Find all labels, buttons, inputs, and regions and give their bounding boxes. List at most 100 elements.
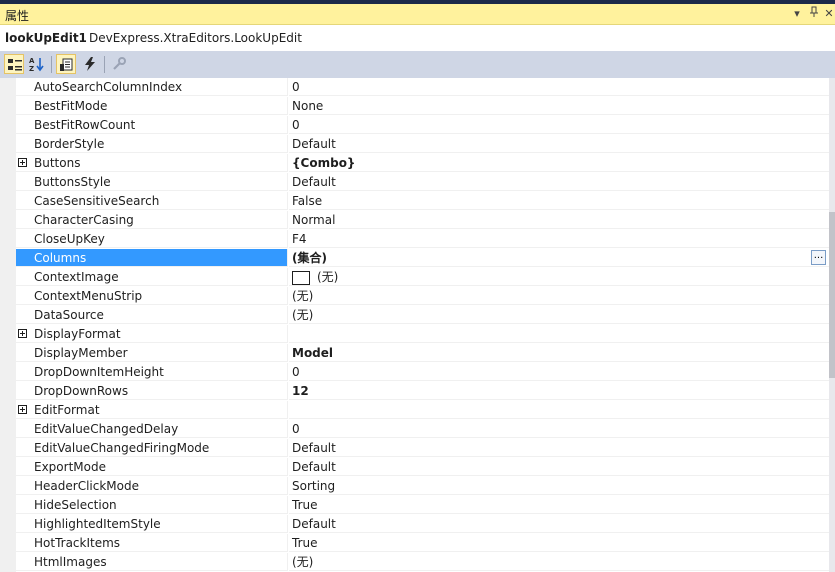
sort-az-icon: A Z (29, 57, 44, 72)
property-value[interactable]: Default (289, 458, 829, 476)
property-row[interactable]: DropDownItemHeight 0 (0, 363, 829, 382)
categorized-icon (8, 59, 22, 71)
dropdown-arrow-icon[interactable]: ▾ (790, 6, 804, 22)
property-row[interactable]: BestFitMode None (0, 97, 829, 116)
property-name[interactable]: Columns (16, 249, 288, 267)
properties-button[interactable] (56, 54, 76, 74)
property-row[interactable]: Columns (集合)... (0, 249, 829, 268)
close-icon[interactable]: ✕ (822, 6, 835, 22)
property-pages-button[interactable] (109, 54, 129, 74)
property-row[interactable]: BorderStyle Default (0, 135, 829, 154)
property-row[interactable]: DisplayMember Model (0, 344, 829, 363)
property-name[interactable]: ContextMenuStrip (16, 287, 288, 305)
property-value[interactable]: False (289, 192, 829, 210)
property-value-text: (无) (317, 270, 339, 284)
property-value[interactable]: F4 (289, 230, 829, 248)
property-row[interactable]: HeaderClickMode Sorting (0, 477, 829, 496)
property-name[interactable]: BestFitMode (16, 97, 288, 115)
property-name[interactable]: Buttons (16, 154, 288, 172)
property-row[interactable]: Buttons {Combo} (0, 154, 829, 173)
property-name[interactable]: ExportMode (16, 458, 288, 476)
property-row[interactable]: BestFitRowCount 0 (0, 116, 829, 135)
wrench-icon (113, 57, 126, 70)
categorized-view-button[interactable] (4, 54, 24, 74)
property-row[interactable]: ContextImage (无) (0, 268, 829, 287)
property-name[interactable]: DropDownItemHeight (16, 363, 288, 381)
property-name[interactable]: HideSelection (16, 496, 288, 514)
property-row[interactable]: DropDownRows 12 (0, 382, 829, 401)
toolbar: A Z (0, 51, 835, 78)
property-name[interactable]: HeaderClickMode (16, 477, 288, 495)
property-value[interactable]: (集合) (289, 249, 829, 267)
property-value[interactable]: 0 (289, 116, 829, 134)
image-swatch (292, 270, 310, 285)
pin-icon[interactable] (807, 6, 821, 22)
property-value[interactable] (289, 401, 829, 419)
property-value[interactable]: (无) (289, 287, 829, 305)
property-name[interactable]: DataSource (16, 306, 288, 324)
property-value[interactable]: True (289, 534, 829, 552)
property-name[interactable]: AutoSearchColumnIndex (16, 78, 288, 96)
svg-text:A: A (29, 57, 35, 65)
alphabetical-sort-button[interactable]: A Z (27, 54, 47, 74)
property-value[interactable]: (无) (289, 553, 829, 571)
property-name[interactable]: ContextImage (16, 268, 288, 286)
property-name[interactable]: CharacterCasing (16, 211, 288, 229)
property-name[interactable]: DisplayFormat (16, 325, 288, 343)
lightning-icon (85, 57, 95, 71)
property-row[interactable]: HighlightedItemStyle Default (0, 515, 829, 534)
property-name[interactable]: EditValueChangedDelay (16, 420, 288, 438)
property-value[interactable]: True (289, 496, 829, 514)
property-value[interactable] (289, 325, 829, 343)
property-row[interactable]: AutoSearchColumnIndex 0 (0, 78, 829, 97)
property-name[interactable]: HighlightedItemStyle (16, 515, 288, 533)
property-row[interactable]: HideSelection True (0, 496, 829, 515)
scrollbar-thumb[interactable] (829, 212, 835, 378)
property-name[interactable]: EditFormat (16, 401, 288, 419)
ellipsis-button[interactable]: ... (811, 250, 826, 265)
property-row[interactable]: ButtonsStyle Default (0, 173, 829, 192)
property-value[interactable]: 0 (289, 363, 829, 381)
properties-icon (60, 58, 73, 71)
property-name[interactable]: HotTrackItems (16, 534, 288, 552)
property-value[interactable]: None (289, 97, 829, 115)
property-row[interactable]: EditFormat (0, 401, 829, 420)
property-row[interactable]: CaseSensitiveSearch False (0, 192, 829, 211)
property-name[interactable]: BestFitRowCount (16, 116, 288, 134)
property-row[interactable]: DisplayFormat (0, 325, 829, 344)
property-value[interactable]: 0 (289, 78, 829, 96)
property-row[interactable]: CloseUpKey F4 (0, 230, 829, 249)
property-row[interactable]: EditValueChangedFiringMode Default (0, 439, 829, 458)
events-button[interactable] (80, 54, 100, 74)
property-row[interactable]: HotTrackItems True (0, 534, 829, 553)
property-name[interactable]: BorderStyle (16, 135, 288, 153)
property-value[interactable]: (无) (289, 268, 829, 286)
property-value[interactable]: Model (289, 344, 829, 362)
property-row[interactable]: DataSource (无) (0, 306, 829, 325)
property-value[interactable]: 0 (289, 420, 829, 438)
property-name[interactable]: DropDownRows (16, 382, 288, 400)
property-value[interactable]: Sorting (289, 477, 829, 495)
property-value[interactable]: Default (289, 173, 829, 191)
property-value[interactable]: (无) (289, 306, 829, 324)
property-row[interactable]: CharacterCasing Normal (0, 211, 829, 230)
property-value[interactable]: 12 (289, 382, 829, 400)
property-row[interactable]: ExportMode Default (0, 458, 829, 477)
property-row[interactable]: EditValueChangedDelay 0 (0, 420, 829, 439)
property-value[interactable]: {Combo} (289, 154, 829, 172)
property-row[interactable]: HtmlImages (无) (0, 553, 829, 572)
property-value[interactable]: Default (289, 439, 829, 457)
vertical-scrollbar[interactable] (829, 78, 835, 572)
property-name[interactable]: DisplayMember (16, 344, 288, 362)
property-row[interactable]: ContextMenuStrip (无) (0, 287, 829, 306)
property-value[interactable]: Normal (289, 211, 829, 229)
property-name[interactable]: ButtonsStyle (16, 173, 288, 191)
property-name[interactable]: CaseSensitiveSearch (16, 192, 288, 210)
property-name[interactable]: EditValueChangedFiringMode (16, 439, 288, 457)
property-value[interactable]: Default (289, 135, 829, 153)
property-name[interactable]: CloseUpKey (16, 230, 288, 248)
object-selector[interactable]: lookUpEdit1 DevExpress.XtraEditors.LookU… (0, 25, 835, 51)
object-type: DevExpress.XtraEditors.LookUpEdit (89, 31, 302, 45)
property-name[interactable]: HtmlImages (16, 553, 288, 571)
property-value[interactable]: Default (289, 515, 829, 533)
